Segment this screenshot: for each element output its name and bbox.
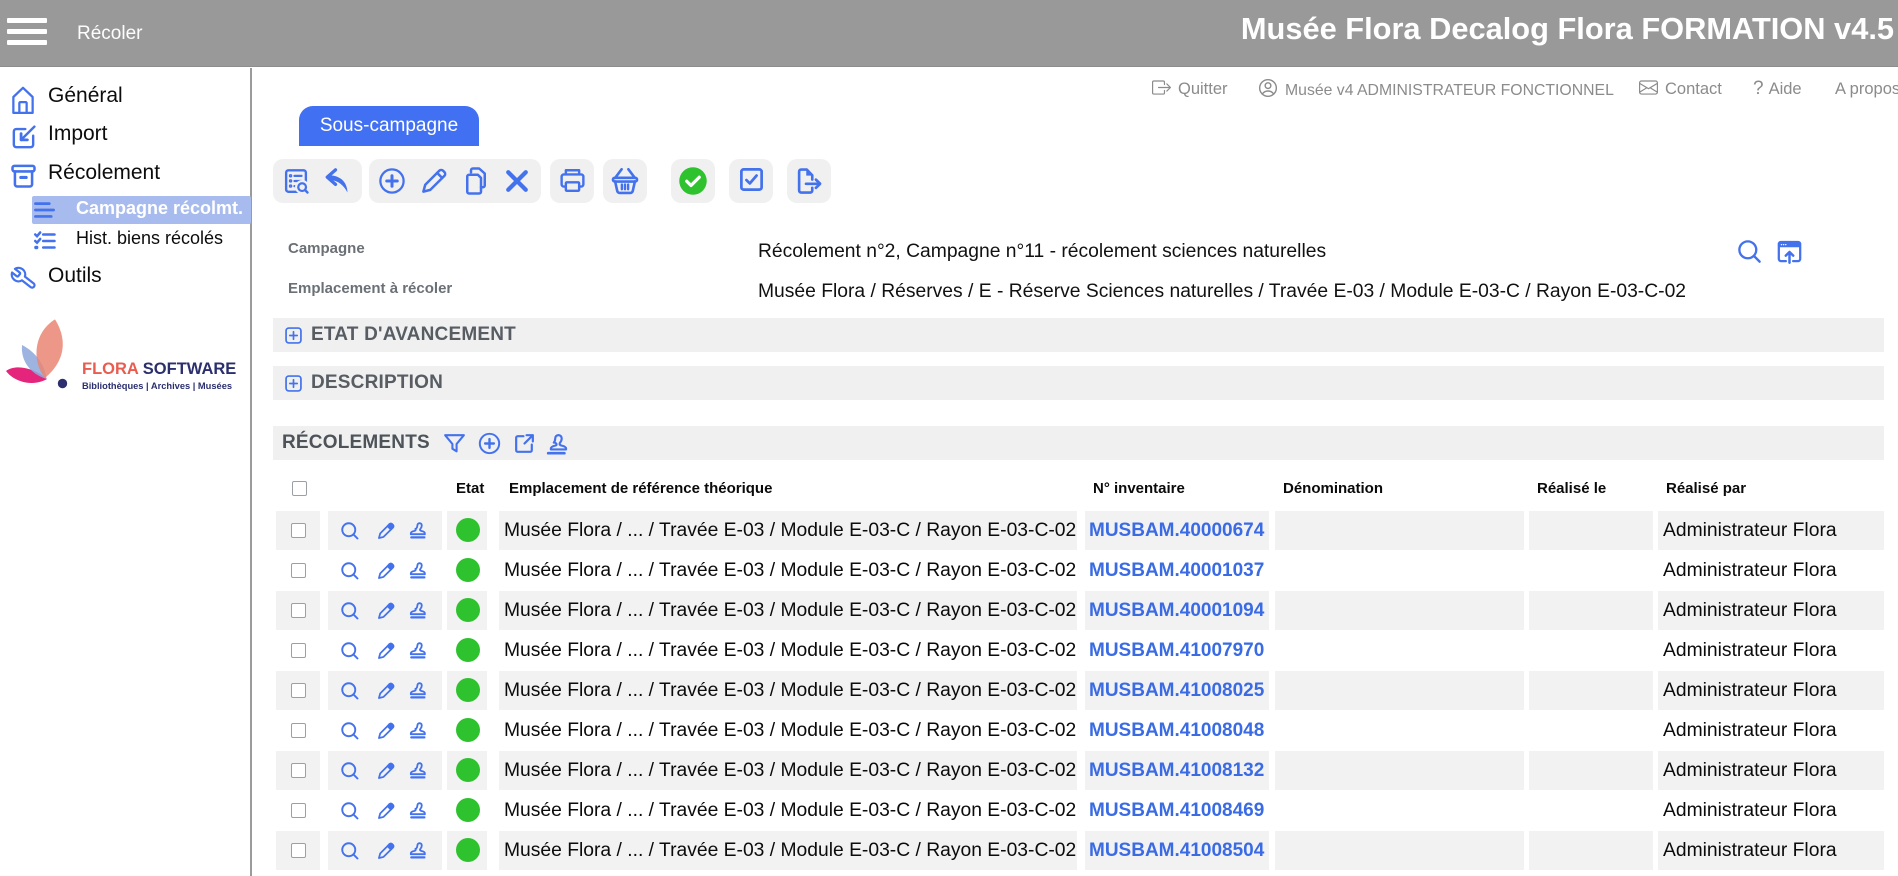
svg-text:Bibliothèques | Archives | Mus: Bibliothèques | Archives | Musées [82, 381, 232, 391]
svg-text:FLORA SOFTWARE: FLORA SOFTWARE [82, 360, 236, 378]
